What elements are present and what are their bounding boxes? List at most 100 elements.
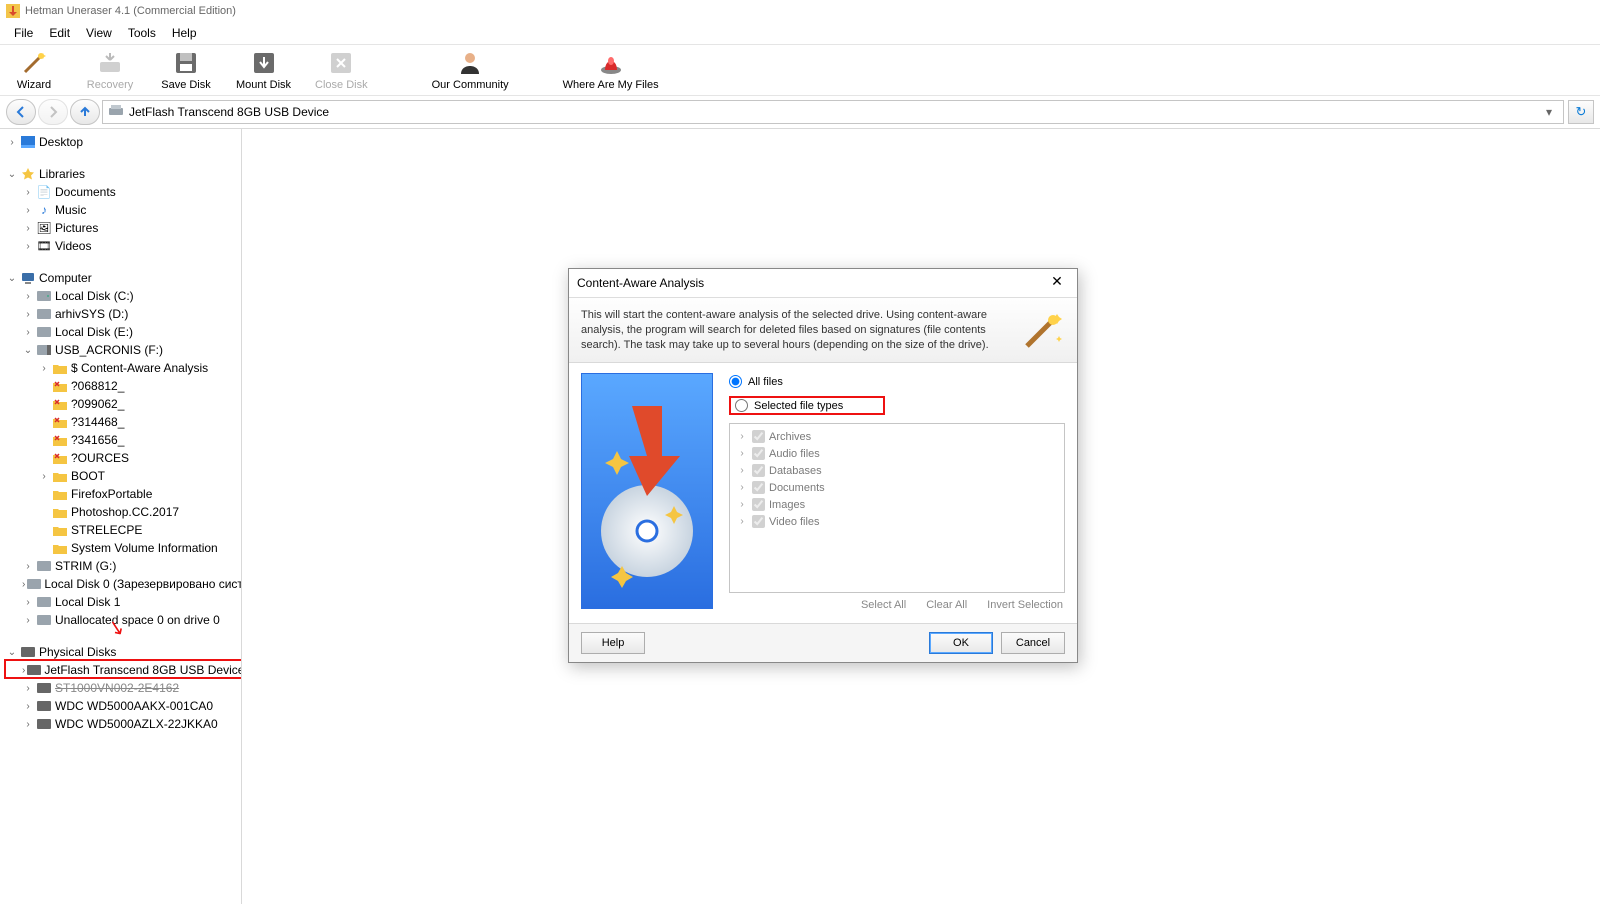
tree-folder[interactable]: ›BOOT bbox=[34, 467, 239, 485]
community-button[interactable]: Our Community bbox=[432, 49, 509, 91]
nav-row: JetFlash Transcend 8GB USB Device ▾ ↻ bbox=[0, 96, 1600, 129]
forward-button[interactable] bbox=[38, 99, 68, 125]
refresh-button[interactable]: ↻ bbox=[1568, 100, 1594, 124]
tree-desktop[interactable]: › Desktop bbox=[2, 133, 239, 151]
radio-all-files-input[interactable] bbox=[729, 375, 742, 388]
pictures-icon: 🖼 bbox=[36, 221, 52, 235]
mount-disk-button[interactable]: Mount Disk bbox=[236, 49, 291, 91]
tree-drive-c[interactable]: ›Local Disk (C:) bbox=[18, 287, 239, 305]
type-documents[interactable]: ›Documents bbox=[736, 479, 1058, 496]
hdd-icon bbox=[36, 307, 52, 321]
tree-drive-local1[interactable]: ›Local Disk 1 bbox=[18, 593, 239, 611]
tree-folder[interactable]: STRELECPE bbox=[34, 521, 239, 539]
tree-pictures[interactable]: ›🖼Pictures bbox=[18, 219, 239, 237]
tree-folder[interactable]: ?314468_ bbox=[34, 413, 239, 431]
tree-documents[interactable]: ›📄Documents bbox=[18, 183, 239, 201]
tree-phys-wdc1[interactable]: ›WDC WD5000AAKX-001CA0 bbox=[18, 697, 239, 715]
tree-folder[interactable]: Photoshop.CC.2017 bbox=[34, 503, 239, 521]
tree-folder[interactable]: ›$ Content-Aware Analysis bbox=[34, 359, 239, 377]
select-all-link[interactable]: Select All bbox=[861, 599, 906, 611]
checkbox[interactable] bbox=[752, 430, 765, 443]
wizard-label: Wizard bbox=[17, 79, 51, 91]
collapse-icon[interactable]: ⌄ bbox=[6, 273, 18, 284]
invert-selection-link[interactable]: Invert Selection bbox=[987, 599, 1063, 611]
save-disk-label: Save Disk bbox=[161, 79, 211, 91]
tree-computer[interactable]: ⌄ Computer bbox=[2, 269, 239, 287]
type-archives[interactable]: ›Archives bbox=[736, 428, 1058, 445]
up-button[interactable] bbox=[70, 99, 100, 125]
close-disk-label: Close Disk bbox=[315, 79, 368, 91]
type-databases[interactable]: ›Databases bbox=[736, 462, 1058, 479]
tree-folder[interactable]: FirefoxPortable bbox=[34, 485, 239, 503]
tree-folder[interactable]: ?068812_ bbox=[34, 377, 239, 395]
tree-unallocated[interactable]: ›Unallocated space 0 on drive 0 bbox=[18, 611, 239, 629]
type-audio[interactable]: ›Audio files bbox=[736, 445, 1058, 462]
checkbox[interactable] bbox=[752, 515, 765, 528]
dialog-body: All files Selected file types ›Archives … bbox=[569, 363, 1077, 623]
tree-folder[interactable]: System Volume Information bbox=[34, 539, 239, 557]
back-button[interactable] bbox=[6, 99, 36, 125]
hdd-icon bbox=[36, 559, 52, 573]
checkbox[interactable] bbox=[752, 464, 765, 477]
radio-selected-types-input[interactable] bbox=[735, 399, 748, 412]
hdd-icon bbox=[36, 595, 52, 609]
radio-selected-types[interactable]: Selected file types bbox=[729, 396, 885, 415]
menu-file[interactable]: File bbox=[6, 24, 41, 42]
cancel-button[interactable]: Cancel bbox=[1001, 632, 1065, 654]
menu-help[interactable]: Help bbox=[164, 24, 205, 42]
help-button[interactable]: Help bbox=[581, 632, 645, 654]
tree-drive-reserved[interactable]: ›Local Disk 0 (Зарезервировано системой bbox=[18, 575, 239, 593]
ok-button[interactable]: OK bbox=[929, 632, 993, 654]
address-dropdown-icon[interactable]: ▾ bbox=[1541, 105, 1557, 119]
deleted-folder-icon bbox=[52, 379, 68, 393]
hdd-icon bbox=[36, 325, 52, 339]
tree-drive-e[interactable]: ›Local Disk (E:) bbox=[18, 323, 239, 341]
drive-icon bbox=[109, 105, 123, 119]
type-video[interactable]: ›Video files bbox=[736, 513, 1058, 530]
toolbar: Wizard Recovery Save Disk Mount Disk Clo… bbox=[0, 45, 1600, 96]
usb-drive-icon bbox=[36, 343, 52, 357]
tree-drive-f[interactable]: ⌄USB_ACRONIS (F:) bbox=[18, 341, 239, 359]
checkbox[interactable] bbox=[752, 447, 765, 460]
checkbox[interactable] bbox=[752, 481, 765, 494]
desktop-icon bbox=[20, 135, 36, 149]
tree-phys-wdc2[interactable]: ›WDC WD5000AZLX-22JKKA0 bbox=[18, 715, 239, 733]
tree-folder[interactable]: ?099062_ bbox=[34, 395, 239, 413]
hdd-icon bbox=[36, 613, 52, 627]
collapse-icon[interactable]: ⌄ bbox=[22, 345, 34, 356]
tree-videos[interactable]: ›🎞Videos bbox=[18, 237, 239, 255]
tree-folder[interactable]: ?OURCES bbox=[34, 449, 239, 467]
tree-music[interactable]: ›♪Music bbox=[18, 201, 239, 219]
app-icon bbox=[6, 4, 20, 18]
tree-drive-g[interactable]: ›STRIM (G:) bbox=[18, 557, 239, 575]
hdd-icon bbox=[36, 699, 52, 713]
radio-all-files[interactable]: All files bbox=[729, 373, 1065, 390]
collapse-icon[interactable]: ⌄ bbox=[6, 169, 18, 180]
collapse-icon[interactable]: ⌄ bbox=[6, 647, 18, 658]
hdd-icon bbox=[36, 681, 52, 695]
tree-libraries[interactable]: ⌄ Libraries bbox=[2, 165, 239, 183]
title-bar: Hetman Uneraser 4.1 (Commercial Edition) bbox=[0, 0, 1600, 22]
expand-icon[interactable]: › bbox=[6, 137, 18, 148]
tree-drive-d[interactable]: ›arhivSYS (D:) bbox=[18, 305, 239, 323]
tree-folder[interactable]: ?341656_ bbox=[34, 431, 239, 449]
menu-view[interactable]: View bbox=[78, 24, 120, 42]
clear-all-link[interactable]: Clear All bbox=[926, 599, 967, 611]
menu-edit[interactable]: Edit bbox=[41, 24, 78, 42]
wand-icon bbox=[20, 49, 48, 77]
hdd-icon bbox=[36, 717, 52, 731]
type-images[interactable]: ›Images bbox=[736, 496, 1058, 513]
address-bar[interactable]: JetFlash Transcend 8GB USB Device ▾ bbox=[102, 100, 1564, 124]
wizard-button[interactable]: Wizard bbox=[8, 49, 60, 91]
tree-phys-st[interactable]: ›ST1000VN002-2E4162 bbox=[18, 679, 239, 697]
wand-icon bbox=[1019, 308, 1065, 354]
dialog-footer: Help OK Cancel bbox=[569, 623, 1077, 662]
folder-icon bbox=[52, 523, 68, 537]
checkbox[interactable] bbox=[752, 498, 765, 511]
where-files-button[interactable]: Where Are My Files bbox=[563, 49, 659, 91]
hdd-icon bbox=[27, 577, 41, 591]
close-disk-button: Close Disk bbox=[315, 49, 368, 91]
save-disk-button[interactable]: Save Disk bbox=[160, 49, 212, 91]
close-icon[interactable]: ✕ bbox=[1045, 273, 1069, 293]
menu-tools[interactable]: Tools bbox=[120, 24, 164, 42]
